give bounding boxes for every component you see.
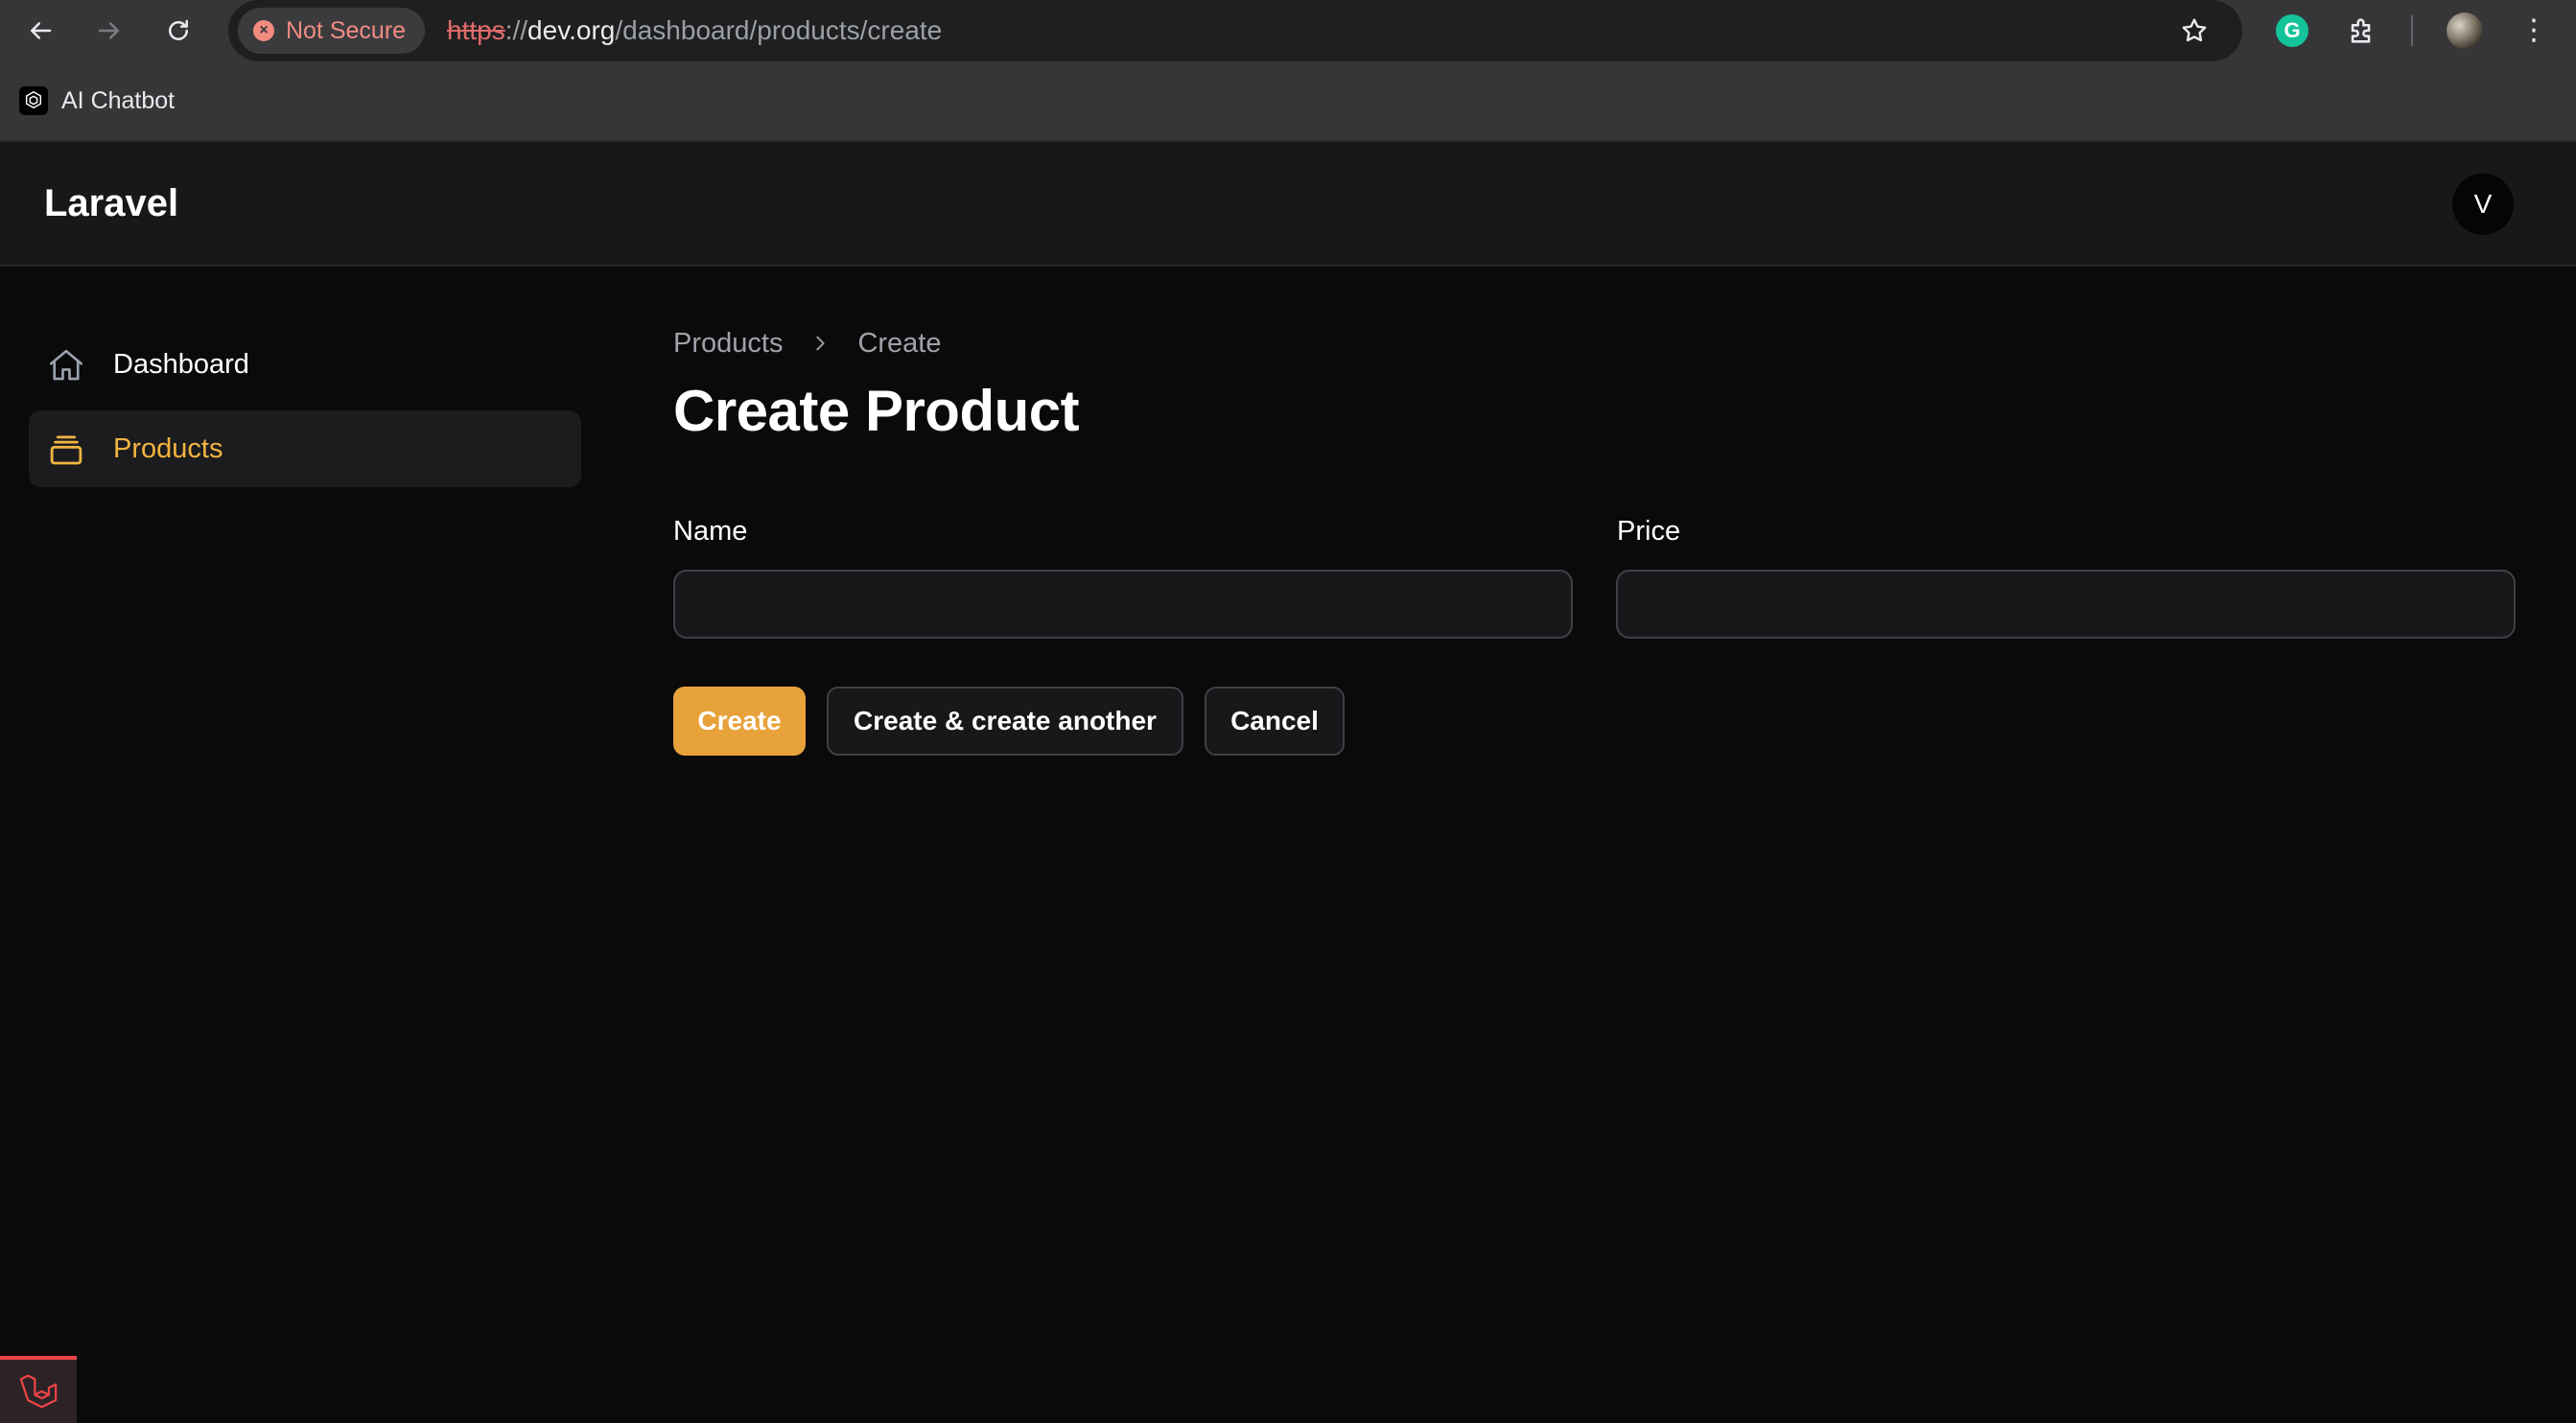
app-header: Laravel V xyxy=(0,142,2576,267)
bookmarks-bar: AI Chatbot xyxy=(0,61,2576,142)
sidebar-item-products[interactable]: Products xyxy=(29,410,581,487)
name-label: Name xyxy=(673,516,748,547)
home-icon xyxy=(49,349,83,381)
sidebar-item-label: Products xyxy=(113,432,223,464)
breadcrumb-create: Create xyxy=(857,327,942,359)
stack-icon xyxy=(50,435,82,465)
puzzle-icon xyxy=(2351,18,2371,43)
breadcrumb: Products Create xyxy=(673,324,942,362)
forward-button[interactable] xyxy=(88,10,130,52)
bookmark-ai-chatbot[interactable]: AI Chatbot xyxy=(19,82,175,119)
grammarly-icon: G xyxy=(2276,14,2308,47)
url-host: dev.org xyxy=(527,15,616,45)
chevron-right-icon xyxy=(809,333,831,354)
brand-logo[interactable]: Laravel xyxy=(44,142,178,265)
toolbar-divider xyxy=(2411,15,2413,46)
address-bar[interactable]: × Not Secure https://dev.org/dashboard/p… xyxy=(228,0,2242,61)
create-button[interactable]: Create xyxy=(673,687,806,756)
page-title: Create Product xyxy=(673,379,1080,443)
create-another-button[interactable]: Create & create another xyxy=(827,687,1183,756)
profile-button[interactable] xyxy=(2446,12,2484,50)
arrow-right-icon xyxy=(98,22,119,39)
arrow-left-icon xyxy=(31,22,52,39)
sidebar-item-dashboard[interactable]: Dashboard xyxy=(29,326,581,403)
price-label: Price xyxy=(1617,516,1681,547)
bookmark-star-button[interactable] xyxy=(2175,12,2213,50)
chatbot-logo-icon xyxy=(19,86,48,115)
url-text[interactable]: https://dev.org/dashboard/products/creat… xyxy=(447,0,942,61)
reload-button[interactable] xyxy=(157,10,199,52)
sidebar: Dashboard Products xyxy=(0,267,614,1419)
reload-icon xyxy=(169,19,188,40)
laravel-logo-icon xyxy=(19,1374,58,1409)
laravel-debugbar-toggle[interactable] xyxy=(0,1356,77,1423)
extensions-button[interactable] xyxy=(2343,12,2381,50)
bookmark-label: AI Chatbot xyxy=(61,86,176,114)
url-separator: :// xyxy=(504,15,528,45)
price-input[interactable] xyxy=(1616,570,2516,639)
user-avatar-button[interactable]: V xyxy=(2452,174,2514,235)
name-input[interactable] xyxy=(673,570,1573,639)
security-label: Not Secure xyxy=(286,16,407,44)
warning-icon: × xyxy=(253,20,274,41)
browser-toolbar: × Not Secure https://dev.org/dashboard/p… xyxy=(0,0,2576,61)
kebab-menu-icon: ⋮ xyxy=(2519,14,2548,46)
url-scheme: https xyxy=(447,15,505,45)
browser-menu-button[interactable]: ⋮ xyxy=(2515,12,2553,50)
security-chip[interactable]: × Not Secure xyxy=(238,8,426,54)
url-path: /dashboard/products/create xyxy=(615,15,943,45)
star-icon xyxy=(2182,18,2207,42)
profile-avatar xyxy=(2447,12,2483,49)
sidebar-item-label: Dashboard xyxy=(113,348,249,380)
grammarly-extension-button[interactable]: G xyxy=(2273,12,2311,50)
back-button[interactable] xyxy=(19,10,61,52)
breadcrumb-products[interactable]: Products xyxy=(673,328,783,360)
cancel-button[interactable]: Cancel xyxy=(1205,687,1345,756)
